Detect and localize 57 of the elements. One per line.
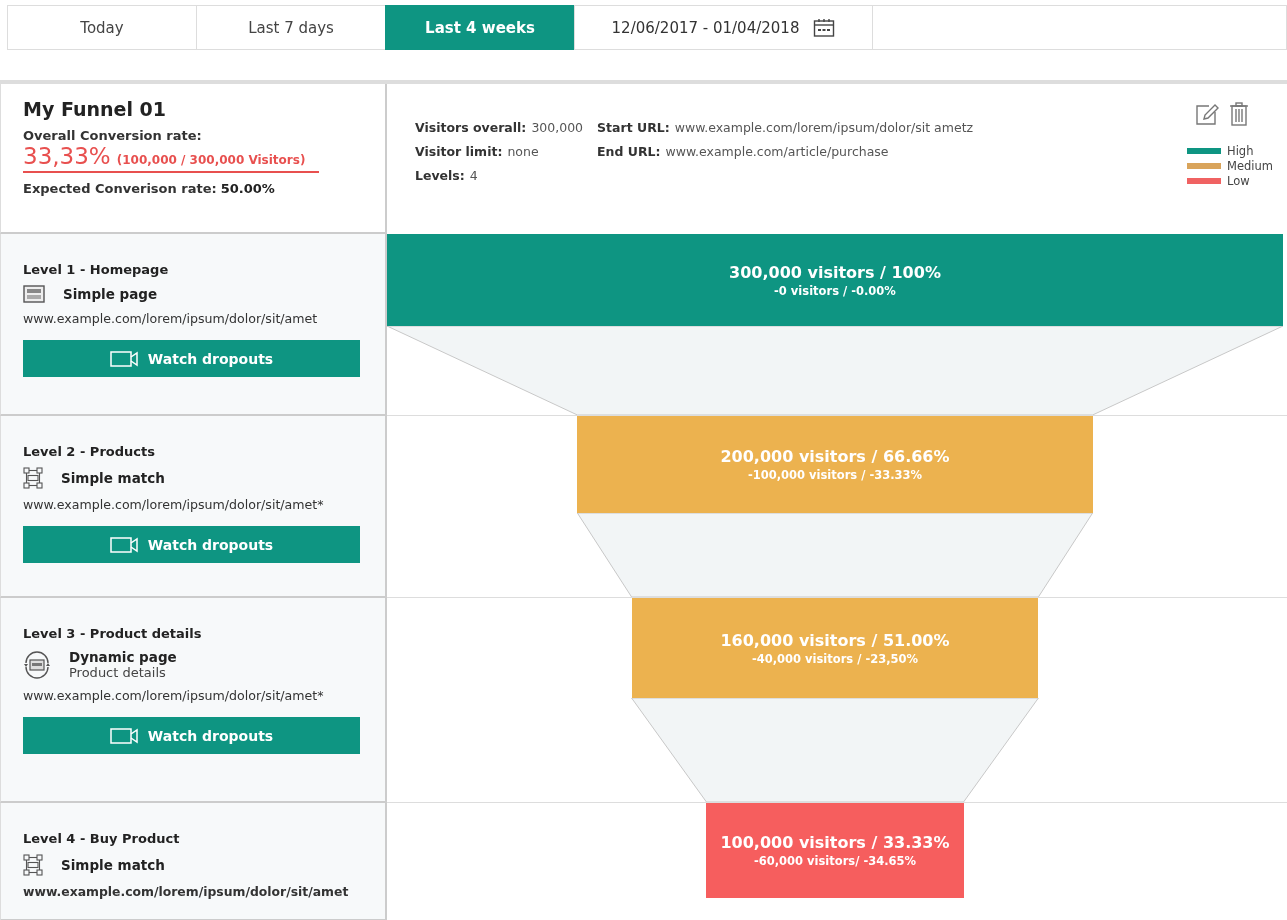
overall-detail: (100,000 / 300,000 Visitors) bbox=[116, 153, 306, 167]
page-type-subtitle: Product details bbox=[69, 665, 167, 680]
calendar-icon bbox=[813, 17, 836, 38]
url-match-icon bbox=[23, 467, 43, 489]
page-type-label: Simple match bbox=[61, 857, 165, 873]
stage-visitors: 160,000 visitors / 51.00% bbox=[720, 630, 950, 650]
refresh-page-icon bbox=[23, 650, 51, 679]
expected-label: Expected Converison rate: bbox=[23, 181, 217, 196]
stage-dropout: -100,000 visitors / -33.33% bbox=[747, 468, 923, 482]
date-tab[interactable]: Last 4 weeks bbox=[385, 5, 574, 50]
level-url: www.example.com/lorem/ipsum/dolor/sit/amet* bbox=[23, 497, 324, 512]
overall-rate: 33,33% bbox=[23, 143, 111, 169]
level-title: Level 3 - Product details bbox=[23, 626, 202, 641]
summary-label: Visitors overall: bbox=[415, 120, 527, 135]
stage-visitors: 100,000 visitors / 33.33% bbox=[720, 833, 950, 852]
page-type-label: Simple page bbox=[63, 286, 158, 302]
expected-value: 50.00% bbox=[220, 181, 275, 196]
summary-value: www.example.com/lorem/ipsum/dolor/sit ametz bbox=[674, 120, 974, 135]
stage-dropout: -60,000 visitors/ -34.65% bbox=[753, 854, 917, 868]
stage-visitors: 200,000 visitors / 66.66% bbox=[720, 447, 950, 466]
stage-dropout: -0 visitors / -0.00% bbox=[774, 283, 896, 298]
legend-label: Low bbox=[1227, 174, 1250, 188]
page-layout-icon bbox=[23, 285, 45, 303]
legend-label: Medium bbox=[1227, 159, 1273, 173]
level-url: www.example.com/lorem/ipsum/dolor/sit/amet bbox=[23, 884, 349, 899]
watch-dropouts-button[interactable]: Watch dropouts bbox=[23, 526, 360, 563]
summary-label: Levels: bbox=[415, 168, 465, 183]
summary-value: 4 bbox=[469, 168, 478, 183]
level-title: Level 4 - Buy Product bbox=[23, 831, 180, 846]
edit-icon[interactable] bbox=[1195, 102, 1219, 126]
level-title: Level 1 - Homepage bbox=[23, 262, 169, 277]
date-tab[interactable]: Last 7 days bbox=[196, 5, 385, 50]
video-camera-icon bbox=[109, 536, 140, 553]
funnel-title: My Funnel 01 bbox=[23, 98, 167, 120]
summary-label: Start URL: bbox=[597, 120, 670, 135]
date-tab[interactable]: Today bbox=[7, 5, 196, 50]
page-type-label: Simple match bbox=[61, 470, 165, 486]
url-match-icon bbox=[23, 854, 43, 876]
overall-label: Overall Conversion rate: bbox=[23, 128, 203, 143]
summary-value: www.example.com/article/purchase bbox=[665, 144, 889, 159]
summary-value: none bbox=[507, 144, 539, 159]
stage-dropout: -40,000 visitors / -23,50% bbox=[751, 651, 919, 666]
stage-visitors: 300,000 visitors / 100% bbox=[729, 262, 941, 282]
date-range-field[interactable]: 12/06/2017 - 01/04/2018 bbox=[574, 5, 872, 50]
level-url: www.example.com/lorem/ipsum/dolor/sit/amet* bbox=[23, 688, 324, 703]
level-url: www.example.com/lorem/ipsum/dolor/sit/amet bbox=[23, 311, 318, 326]
video-camera-icon bbox=[109, 350, 140, 367]
summary-label: End URL: bbox=[597, 144, 661, 159]
legend-label: High bbox=[1227, 144, 1254, 158]
summary-label: Visitor limit: bbox=[415, 144, 503, 159]
summary-value: 300,000 bbox=[531, 120, 584, 135]
watch-dropouts-button[interactable]: Watch dropouts bbox=[23, 717, 360, 754]
watch-dropouts-button[interactable]: Watch dropouts bbox=[23, 340, 360, 377]
level-title: Level 2 - Products bbox=[23, 444, 155, 459]
video-camera-icon bbox=[109, 727, 140, 744]
page-type-label: Dynamic page bbox=[69, 649, 177, 665]
trash-icon[interactable] bbox=[1229, 102, 1249, 126]
